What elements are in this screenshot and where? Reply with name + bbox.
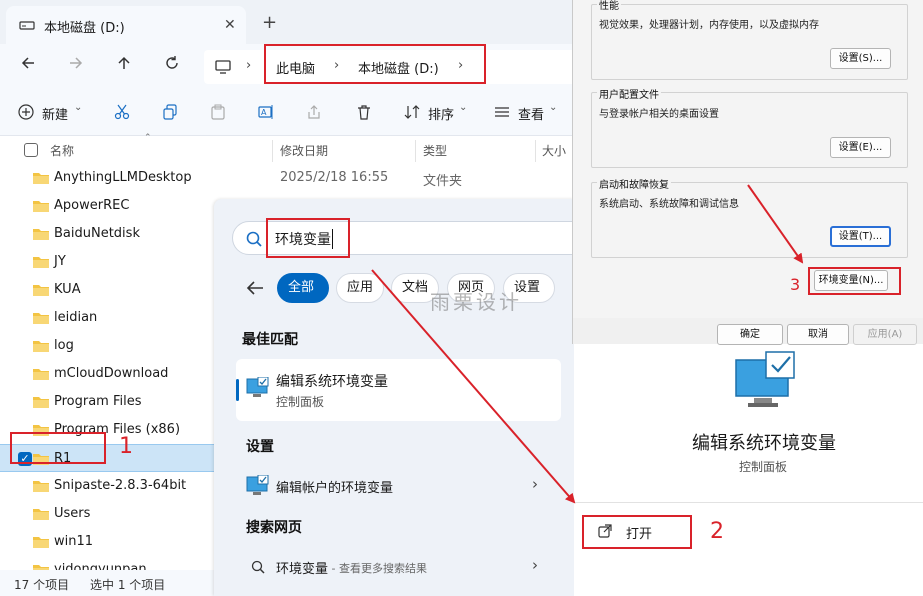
arrow-to-env-button <box>747 184 804 264</box>
annotation-arrows <box>371 184 804 504</box>
arrow-to-open <box>371 269 576 504</box>
